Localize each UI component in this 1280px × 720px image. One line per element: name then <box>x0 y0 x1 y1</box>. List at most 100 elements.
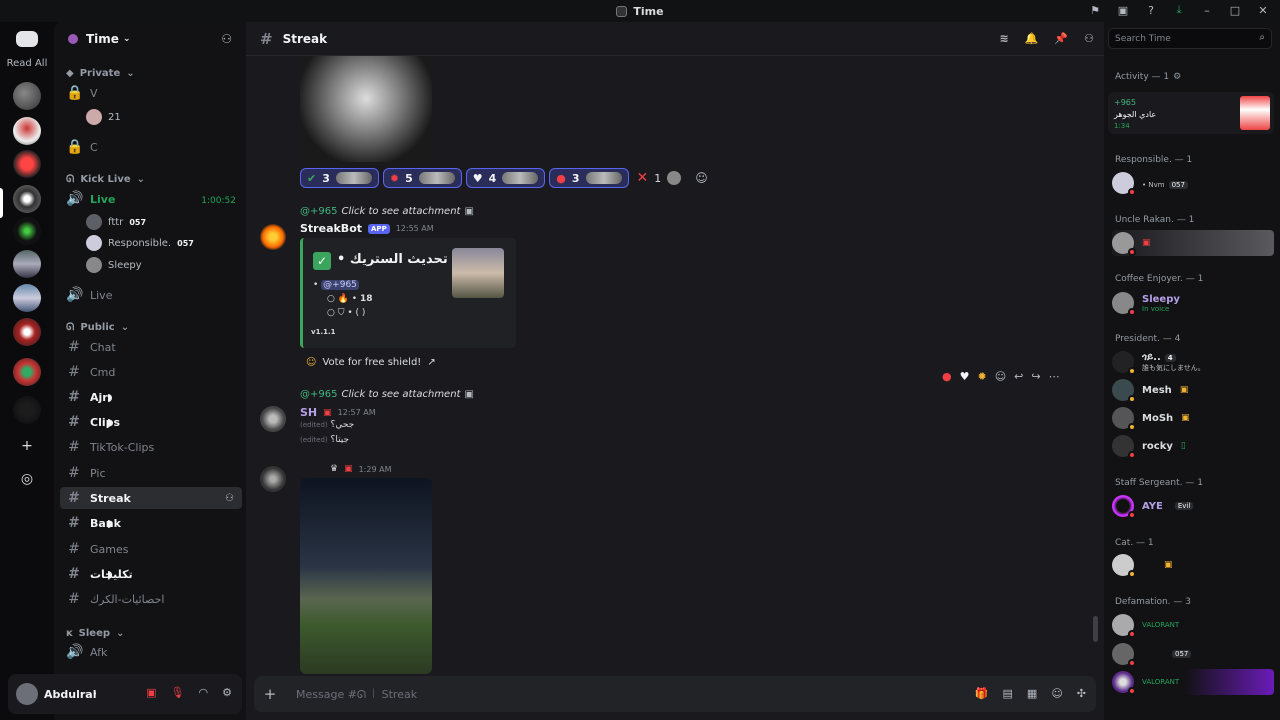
server-avatar[interactable] <box>13 318 41 346</box>
server-avatar[interactable] <box>13 150 41 178</box>
add-server-icon[interactable]: + <box>17 436 37 456</box>
member-item[interactable]: 057 <box>1112 641 1274 667</box>
attach-plus-icon[interactable]: + <box>254 685 286 703</box>
user-name[interactable]: Abdulrah... <box>44 688 96 701</box>
voice-member[interactable]: fttr 057 <box>86 212 146 232</box>
scrollbar[interactable] <box>1093 616 1098 642</box>
voice-member[interactable]: Sleepy <box>86 255 142 275</box>
text-channel[interactable]: # Clips <box>60 411 242 433</box>
sticker-icon[interactable]: ▦ <box>1027 687 1037 700</box>
server-avatar[interactable] <box>13 250 41 278</box>
more-icon[interactable]: ⋯ <box>1049 370 1060 383</box>
invite-people-icon[interactable]: ⚇ <box>221 32 232 46</box>
help-icon[interactable]: ? <box>1144 3 1158 17</box>
user-avatar[interactable] <box>260 406 286 432</box>
voice-member[interactable]: 21 <box>86 107 121 127</box>
text-channel[interactable]: # Chat <box>60 336 242 358</box>
member-item[interactable]: ▣ <box>1112 552 1274 578</box>
close-icon[interactable]: ✕ <box>1256 3 1270 17</box>
member-item[interactable]: Mesh ▣ <box>1112 377 1274 403</box>
gif-icon[interactable]: ▤ <box>1003 687 1013 700</box>
voice-channel-afk[interactable]: 🔊 Afk <box>60 641 242 663</box>
reaction-burst[interactable]: ✹ 5 <box>382 168 462 188</box>
category-private[interactable]: ◆ Private ⌄ <box>66 68 135 79</box>
voice-member[interactable]: Responsible. 057 <box>86 233 194 253</box>
reaction-rose[interactable]: ● 3 <box>549 168 629 188</box>
server-avatar-time[interactable] <box>13 185 41 213</box>
voice-channel-v[interactable]: 🔒 V <box>60 82 242 104</box>
reaction-x[interactable]: ✕ 1 <box>637 170 682 186</box>
message-author[interactable]: StreakBot APP 12:55 AM <box>300 222 434 235</box>
mute-mic-icon[interactable]: 🎙 <box>171 686 185 699</box>
activity-card[interactable]: +965 عادي الجوهر 1:34 <box>1108 92 1274 134</box>
member-item[interactable]: • Nvm 057 <box>1112 170 1274 196</box>
server-avatar[interactable] <box>13 217 41 245</box>
category-kick-live[interactable]: ᘏ Kick Live ⌄ <box>66 174 145 185</box>
screen-icon[interactable]: ▣ <box>1116 3 1130 17</box>
search-input[interactable] <box>1115 33 1255 44</box>
reaction-check[interactable]: ✔ 3 <box>300 168 379 188</box>
member-item[interactable]: VALORANT <box>1112 612 1274 638</box>
message-input[interactable]: Message #ᘏ ꒐ Streak <box>296 686 417 702</box>
member-list-icon[interactable]: ⚇ <box>1084 32 1094 45</box>
text-channel-selected[interactable]: # Streak ⚇ <box>60 487 242 509</box>
text-channel[interactable]: # احصائيات-الكرك <box>60 588 242 610</box>
sun-icon[interactable]: ✹ <box>977 370 986 383</box>
maximize-icon[interactable]: □ <box>1228 3 1242 17</box>
message-author[interactable]: SH ▣ 12:57 AM <box>300 406 376 419</box>
discord-home-icon[interactable] <box>16 31 38 47</box>
user-avatar[interactable] <box>260 466 286 492</box>
emoji-icon[interactable]: ☺ <box>1051 687 1062 700</box>
embed-thumbnail[interactable] <box>452 248 504 298</box>
category-sleep[interactable]: ĸ Sleep ⌄ <box>66 628 124 639</box>
forward-icon[interactable]: ↪ <box>1031 370 1040 383</box>
settings-gear-icon[interactable]: ⚙ <box>222 686 232 699</box>
text-channel[interactable]: # Pic <box>60 462 242 484</box>
voice-channel-c[interactable]: 🔒 C <box>60 136 242 158</box>
inbox-flag-icon[interactable]: ⚑ <box>1088 3 1102 17</box>
headphones-icon[interactable]: ◠ <box>199 686 209 699</box>
heart-icon[interactable]: ♥ <box>960 370 970 383</box>
server-avatar[interactable] <box>13 117 41 145</box>
member-item[interactable]: ▣ <box>1112 230 1274 256</box>
reply-reference[interactable]: @+965 Click to see attachment ▣ <box>300 206 474 217</box>
pin-icon[interactable]: 📌 <box>1054 32 1068 45</box>
voice-channel-live-2[interactable]: 🔊 Live <box>60 284 242 306</box>
reply-icon[interactable]: ↩ <box>1014 370 1023 383</box>
server-header[interactable]: Time ⌄ ⚇ <box>54 22 246 56</box>
member-item[interactable]: ጎይ.. 4 誰も気にしません。 <box>1112 349 1274 375</box>
server-avatar[interactable] <box>13 358 41 386</box>
vote-button[interactable]: ☺ Vote for free shield! ↗ <box>300 352 442 372</box>
read-all-button[interactable]: Read All <box>0 58 54 69</box>
server-avatar[interactable] <box>13 284 41 312</box>
apps-icon[interactable]: ✣ <box>1077 687 1086 700</box>
reaction-heart[interactable]: ♥ 4 <box>465 168 546 188</box>
threads-icon[interactable]: ≋ <box>1000 32 1009 45</box>
server-avatar[interactable] <box>13 396 41 424</box>
search-box[interactable]: ⌕ <box>1108 28 1272 49</box>
gift-icon[interactable]: 🎁 <box>975 687 989 700</box>
gear-icon[interactable]: ⚙ <box>1173 72 1181 82</box>
attachment-image[interactable] <box>300 478 432 674</box>
add-reaction-icon[interactable]: ☺ <box>695 171 708 185</box>
message-author[interactable]: ♛ ▣ 1:29 AM <box>300 464 391 474</box>
add-member-icon[interactable]: ⚇ <box>225 493 234 504</box>
member-item[interactable]: rocky ▯ <box>1112 433 1274 459</box>
member-item[interactable]: AYE Evil <box>1112 493 1274 519</box>
bell-icon[interactable]: 🔔 <box>1025 32 1039 45</box>
text-channel[interactable]: # Cmd <box>60 361 242 383</box>
server-avatar[interactable] <box>13 82 41 110</box>
member-item[interactable]: Sleepy In voice <box>1112 290 1274 316</box>
download-icon[interactable]: ⤓ <box>1172 3 1186 17</box>
text-channel[interactable]: # TikTok-Clips <box>60 436 242 458</box>
text-channel[interactable]: # Bank <box>60 512 242 534</box>
member-item[interactable]: MoSh ▣ <box>1112 405 1274 431</box>
rose-icon[interactable]: ● <box>942 370 952 383</box>
category-public[interactable]: ᘏ Public ⌄ <box>66 322 129 333</box>
minimize-icon[interactable]: – <box>1200 3 1214 17</box>
attachment-image[interactable] <box>300 56 432 162</box>
user-avatar[interactable] <box>16 683 38 705</box>
member-item[interactable]: VALORANT <box>1112 669 1274 695</box>
reply-reference[interactable]: @+965 Click to see attachment ▣ <box>300 389 474 400</box>
discover-icon[interactable]: ◎ <box>17 469 37 489</box>
